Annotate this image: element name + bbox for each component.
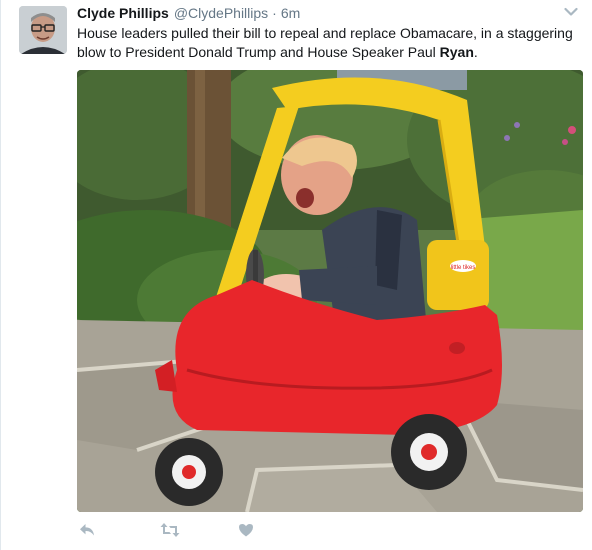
separator-dot: · [272,5,277,21]
heart-icon[interactable] [238,522,254,538]
tweet-text-highlight: Ryan [439,44,474,60]
avatar[interactable] [19,6,67,54]
reply-icon[interactable] [79,522,95,538]
tweet-actions [77,522,254,538]
author-username[interactable]: @ClydePhillips [174,5,268,21]
tweet-text-main: House leaders pulled their bill to repea… [77,25,573,60]
avatar-photo [19,6,67,54]
retweet-icon[interactable] [160,522,180,538]
brand-logo-text: little tikes [451,265,476,271]
tweet-text-end: . [473,44,478,60]
tweet-header: Clyde Phillips @ClydePhillips · 6m [77,5,576,23]
tweet-timestamp[interactable]: 6m [281,5,300,21]
chevron-down-icon[interactable] [564,7,578,17]
tweet-card[interactable]: Clyde Phillips @ClydePhillips · 6m House… [0,0,592,550]
tweet-text: House leaders pulled their bill to repea… [77,24,582,62]
author-fullname[interactable]: Clyde Phillips [77,5,169,21]
photo-toy-car: little tikes [77,70,583,512]
tweet-media-image[interactable]: little tikes [77,70,583,512]
